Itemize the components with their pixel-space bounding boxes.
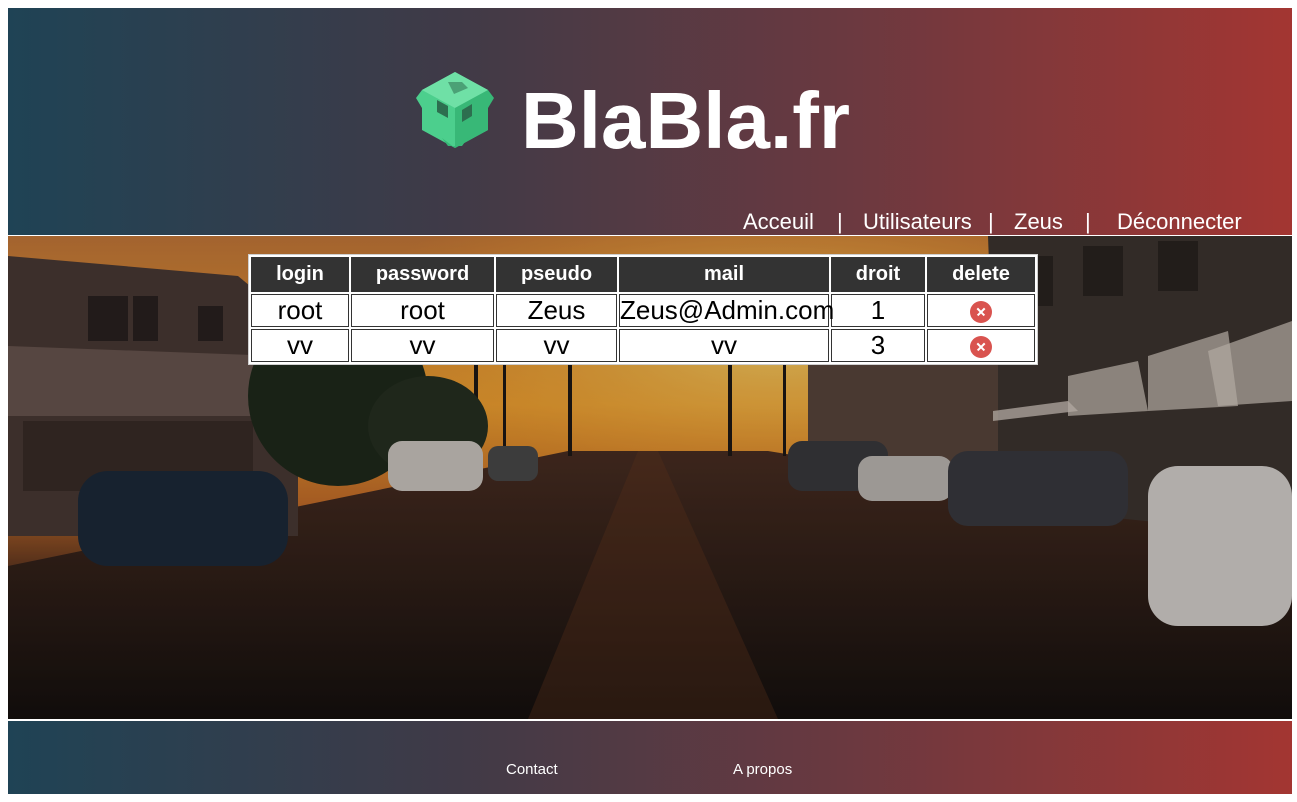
cell-delete xyxy=(927,294,1035,327)
nav-separator: | xyxy=(988,209,994,234)
site-footer: Contact A propos xyxy=(8,721,1292,794)
cell-login: vv xyxy=(251,329,349,362)
cell-mail: vv xyxy=(619,329,829,362)
cell-password: root xyxy=(351,294,494,327)
cell-droit: 3 xyxy=(831,329,925,362)
nav-separator: | xyxy=(1085,209,1091,234)
nav-link-logout[interactable]: Déconnecter xyxy=(1117,209,1242,235)
cell-delete xyxy=(927,329,1035,362)
main-nav: Acceuil | Utilisateurs | Zeus | Déconnec… xyxy=(8,209,1292,235)
cell-droit: 1 xyxy=(831,294,925,327)
footer-link-contact[interactable]: Contact xyxy=(506,761,558,778)
users-table: login password pseudo mail droit delete … xyxy=(248,254,1038,365)
cell-pseudo: Zeus xyxy=(496,294,617,327)
footer-link-about[interactable]: A propos xyxy=(733,761,792,778)
delete-x-icon[interactable] xyxy=(970,336,992,359)
column-header-password: password xyxy=(351,257,494,292)
nav-separator: | xyxy=(837,209,843,234)
table-row: root root Zeus Zeus@Admin.com 1 xyxy=(251,294,1035,327)
site-title: BlaBla.fr xyxy=(521,76,850,165)
column-header-delete: delete xyxy=(927,257,1035,292)
cube-logo-icon xyxy=(416,72,494,148)
column-header-droit: droit xyxy=(831,257,925,292)
site-header: BlaBla.fr Acceuil | Utilisateurs | Zeus … xyxy=(8,8,1292,235)
cell-mail: Zeus@Admin.com xyxy=(619,294,835,327)
nav-link-current-user[interactable]: Zeus xyxy=(1014,209,1063,235)
table-row: vv vv vv vv 3 xyxy=(251,329,1035,362)
table-header-row: login password pseudo mail droit delete xyxy=(251,257,1035,292)
delete-x-icon[interactable] xyxy=(970,301,992,324)
cell-login: root xyxy=(251,294,349,327)
cell-password: vv xyxy=(351,329,494,362)
column-header-login: login xyxy=(251,257,349,292)
nav-link-home[interactable]: Acceuil xyxy=(743,209,814,235)
cell-pseudo: vv xyxy=(496,329,617,362)
nav-link-users[interactable]: Utilisateurs xyxy=(863,209,972,235)
column-header-mail: mail xyxy=(619,257,829,292)
column-header-pseudo: pseudo xyxy=(496,257,617,292)
